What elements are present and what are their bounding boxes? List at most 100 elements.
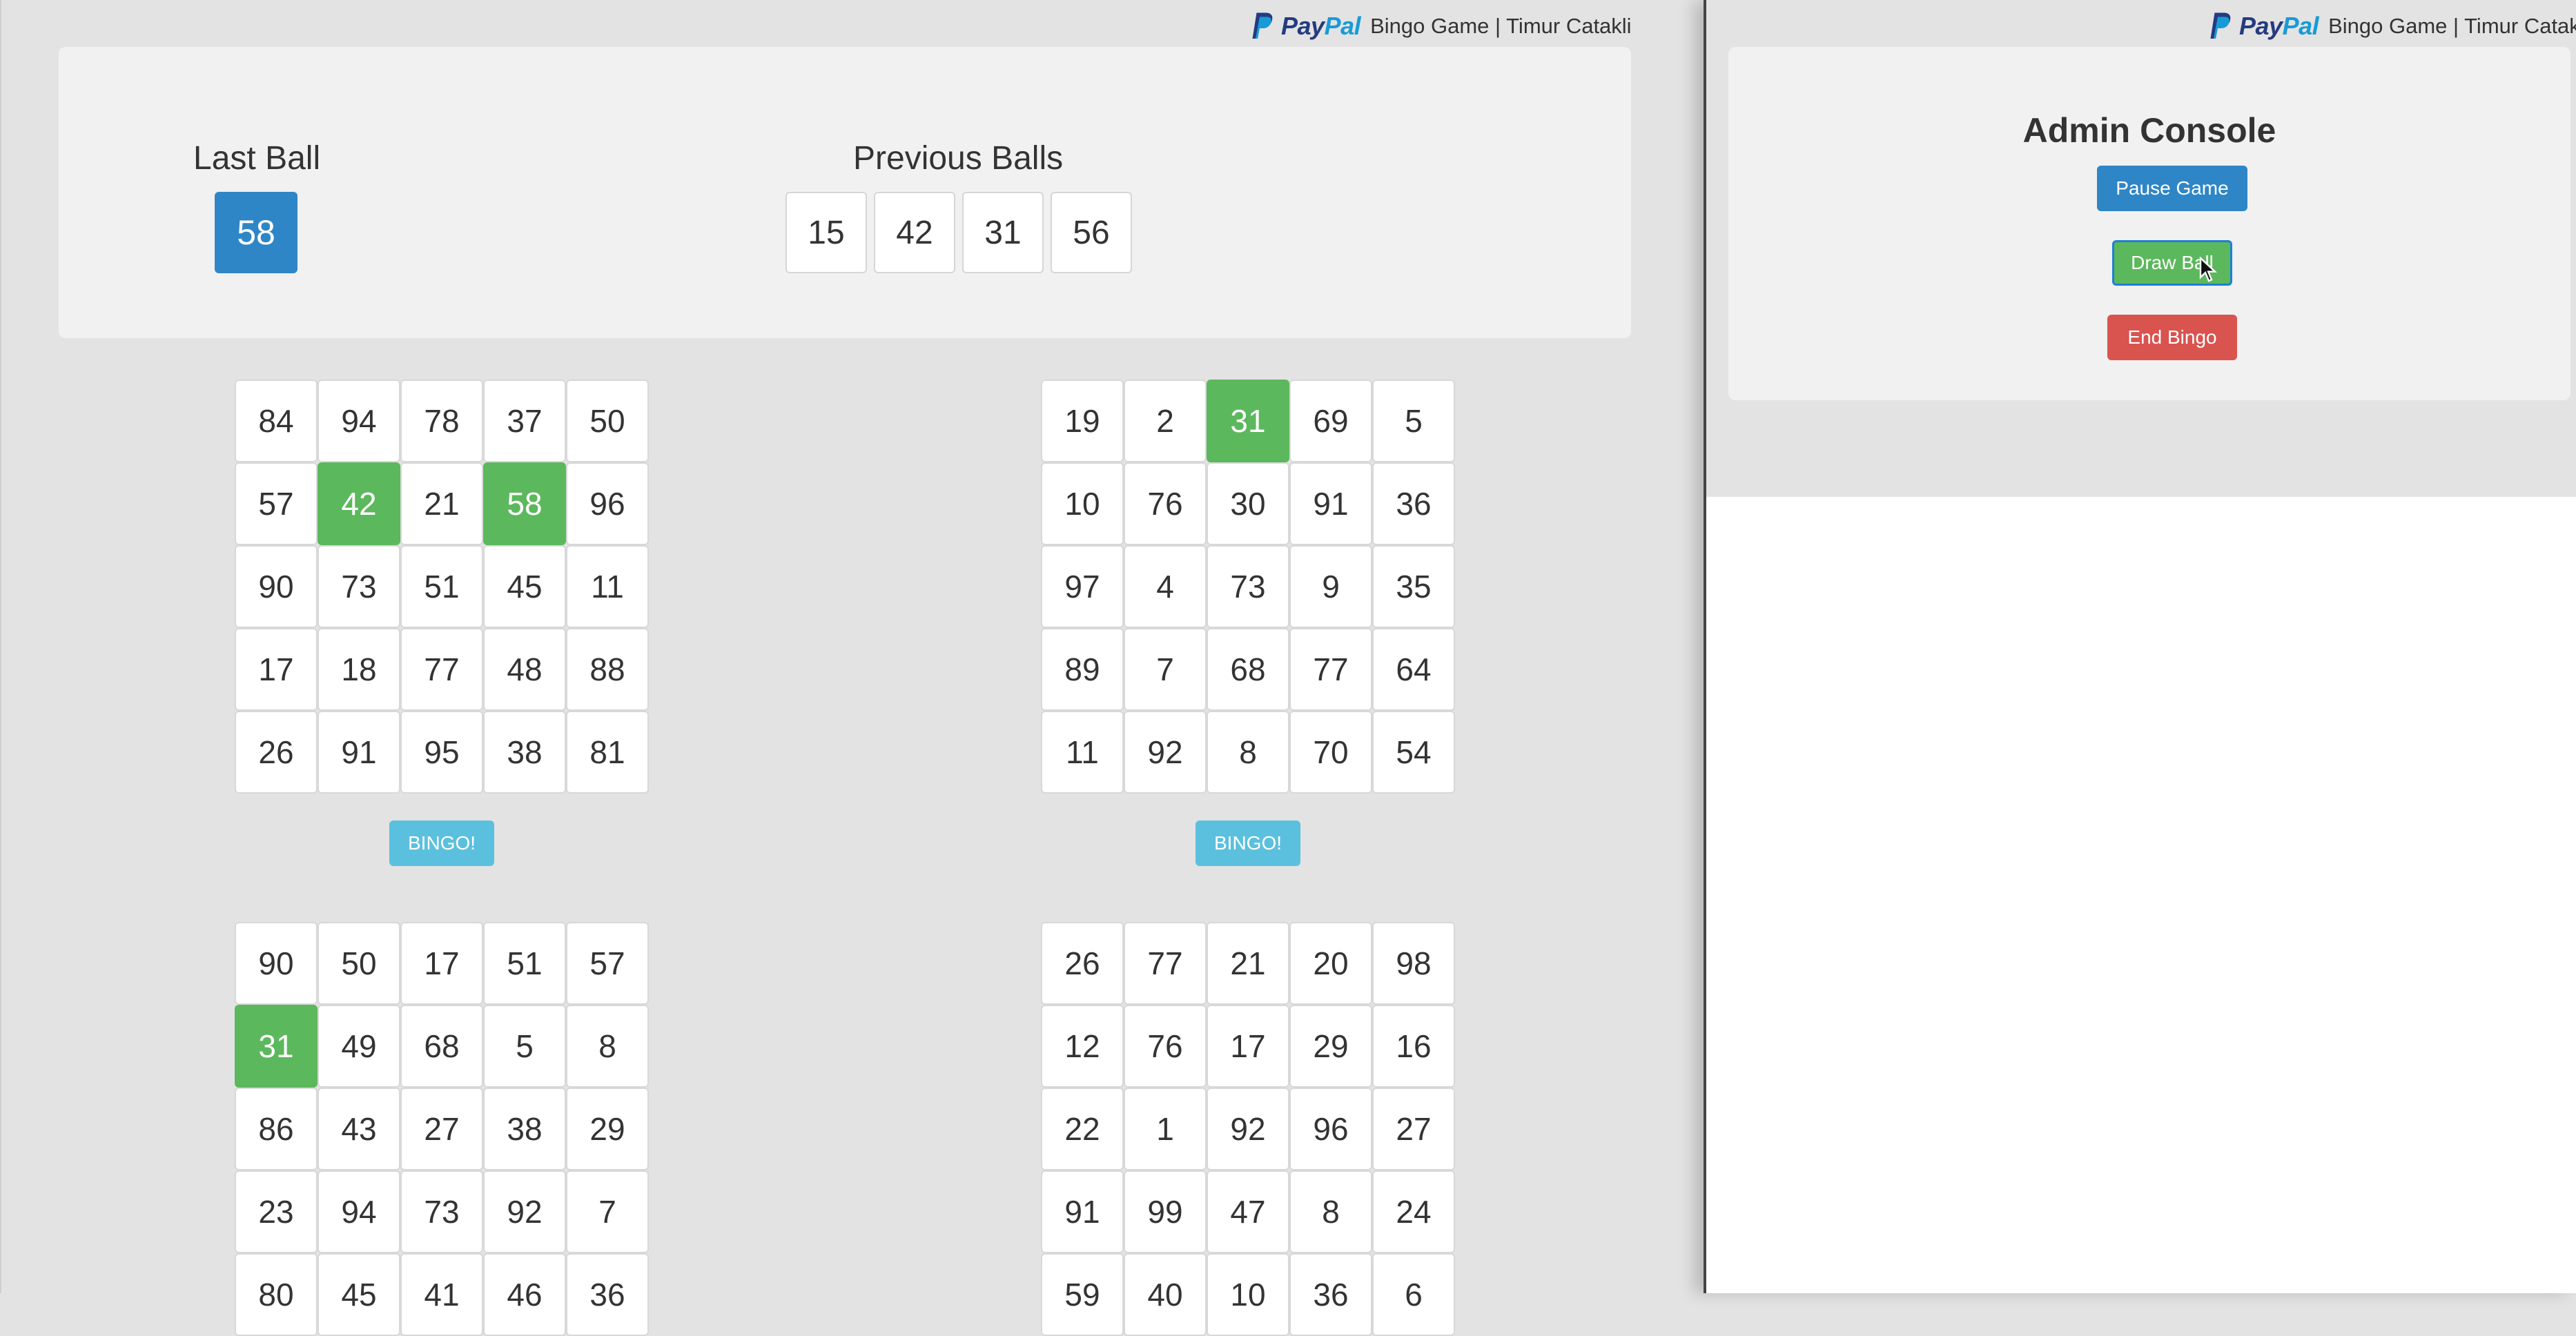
card-cell[interactable]: 27 xyxy=(1372,1088,1455,1170)
card-cell[interactable]: 29 xyxy=(566,1088,649,1170)
card-cell[interactable]: 26 xyxy=(235,711,318,794)
end-bingo-button[interactable]: End Bingo xyxy=(2107,315,2237,360)
card-cell[interactable]: 17 xyxy=(235,628,318,711)
card-cell[interactable]: 73 xyxy=(318,545,400,628)
card-cell[interactable]: 41 xyxy=(400,1253,483,1336)
card-cell[interactable]: 68 xyxy=(400,1005,483,1088)
card-cell[interactable]: 12 xyxy=(1041,1005,1124,1088)
card-cell[interactable]: 51 xyxy=(483,922,566,1005)
card-cell[interactable]: 36 xyxy=(1289,1253,1372,1336)
card-cell[interactable]: 73 xyxy=(1207,545,1289,628)
card-cell[interactable]: 69 xyxy=(1289,380,1372,462)
card-cell[interactable]: 36 xyxy=(566,1253,649,1336)
card-cell[interactable]: 50 xyxy=(318,922,400,1005)
card-cell[interactable]: 59 xyxy=(1041,1253,1124,1336)
card-cell[interactable]: 4 xyxy=(1124,545,1207,628)
card-cell[interactable]: 91 xyxy=(318,711,400,794)
card-cell[interactable]: 90 xyxy=(235,922,318,1005)
card-cell[interactable]: 77 xyxy=(1289,628,1372,711)
card-cell[interactable]: 19 xyxy=(1041,380,1124,462)
card-cell[interactable]: 26 xyxy=(1041,922,1124,1005)
card-cell[interactable]: 92 xyxy=(483,1170,566,1253)
card-cell[interactable]: 29 xyxy=(1289,1005,1372,1088)
card-cell[interactable]: 80 xyxy=(235,1253,318,1336)
card-cell[interactable]: 73 xyxy=(400,1170,483,1253)
card-cell[interactable]: 24 xyxy=(1372,1170,1455,1253)
card-cell[interactable]: 16 xyxy=(1372,1005,1455,1088)
card-cell[interactable]: 45 xyxy=(483,545,566,628)
card-cell[interactable]: 99 xyxy=(1124,1170,1207,1253)
card-cell[interactable]: 23 xyxy=(235,1170,318,1253)
card-cell[interactable]: 95 xyxy=(400,711,483,794)
card-cell[interactable]: 78 xyxy=(400,380,483,462)
card-cell[interactable]: 10 xyxy=(1207,1253,1289,1336)
bingo-button[interactable]: BINGO! xyxy=(389,821,494,866)
card-cell-marked[interactable]: 31 xyxy=(1207,380,1289,462)
card-cell[interactable]: 89 xyxy=(1041,628,1124,711)
card-cell[interactable]: 46 xyxy=(483,1253,566,1336)
card-cell[interactable]: 94 xyxy=(318,1170,400,1253)
card-cell[interactable]: 49 xyxy=(318,1005,400,1088)
card-cell[interactable]: 91 xyxy=(1289,462,1372,545)
card-cell[interactable]: 86 xyxy=(235,1088,318,1170)
card-cell[interactable]: 17 xyxy=(1207,1005,1289,1088)
card-cell[interactable]: 84 xyxy=(235,380,318,462)
card-cell[interactable]: 76 xyxy=(1124,1005,1207,1088)
card-cell[interactable]: 21 xyxy=(400,462,483,545)
card-cell[interactable]: 92 xyxy=(1207,1088,1289,1170)
card-cell[interactable]: 20 xyxy=(1289,922,1372,1005)
card-cell[interactable]: 11 xyxy=(566,545,649,628)
card-cell[interactable]: 18 xyxy=(318,628,400,711)
card-cell[interactable]: 92 xyxy=(1124,711,1207,794)
card-cell[interactable]: 10 xyxy=(1041,462,1124,545)
card-cell[interactable]: 21 xyxy=(1207,922,1289,1005)
card-cell[interactable]: 6 xyxy=(1372,1253,1455,1336)
card-cell-marked[interactable]: 42 xyxy=(318,462,400,545)
card-cell[interactable]: 5 xyxy=(1372,380,1455,462)
card-cell[interactable]: 9 xyxy=(1289,545,1372,628)
card-cell[interactable]: 38 xyxy=(483,711,566,794)
card-cell[interactable]: 50 xyxy=(566,380,649,462)
card-cell[interactable]: 8 xyxy=(1289,1170,1372,1253)
card-cell[interactable]: 7 xyxy=(566,1170,649,1253)
card-cell[interactable]: 40 xyxy=(1124,1253,1207,1336)
card-cell[interactable]: 37 xyxy=(483,380,566,462)
card-cell[interactable]: 30 xyxy=(1207,462,1289,545)
card-cell[interactable]: 45 xyxy=(318,1253,400,1336)
card-cell[interactable]: 76 xyxy=(1124,462,1207,545)
card-cell[interactable]: 81 xyxy=(566,711,649,794)
card-cell[interactable]: 91 xyxy=(1041,1170,1124,1253)
card-cell[interactable]: 2 xyxy=(1124,380,1207,462)
pause-game-button[interactable]: Pause Game xyxy=(2097,166,2247,211)
card-cell[interactable]: 96 xyxy=(1289,1088,1372,1170)
card-cell[interactable]: 54 xyxy=(1372,711,1455,794)
card-cell[interactable]: 57 xyxy=(566,922,649,1005)
card-cell[interactable]: 17 xyxy=(400,922,483,1005)
card-cell[interactable]: 88 xyxy=(566,628,649,711)
card-cell[interactable]: 70 xyxy=(1289,711,1372,794)
card-cell[interactable]: 11 xyxy=(1041,711,1124,794)
card-cell[interactable]: 51 xyxy=(400,545,483,628)
card-cell[interactable]: 77 xyxy=(400,628,483,711)
card-cell[interactable]: 35 xyxy=(1372,545,1455,628)
card-cell[interactable]: 48 xyxy=(483,628,566,711)
card-cell-marked[interactable]: 31 xyxy=(235,1005,318,1088)
card-cell[interactable]: 22 xyxy=(1041,1088,1124,1170)
card-cell[interactable]: 8 xyxy=(566,1005,649,1088)
card-cell[interactable]: 64 xyxy=(1372,628,1455,711)
card-cell[interactable]: 5 xyxy=(483,1005,566,1088)
card-cell[interactable]: 43 xyxy=(318,1088,400,1170)
card-cell[interactable]: 97 xyxy=(1041,545,1124,628)
card-cell[interactable]: 98 xyxy=(1372,922,1455,1005)
card-cell[interactable]: 96 xyxy=(566,462,649,545)
card-cell[interactable]: 1 xyxy=(1124,1088,1207,1170)
card-cell[interactable]: 47 xyxy=(1207,1170,1289,1253)
card-cell[interactable]: 27 xyxy=(400,1088,483,1170)
card-cell[interactable]: 38 xyxy=(483,1088,566,1170)
card-cell-marked[interactable]: 58 xyxy=(483,462,566,545)
card-cell[interactable]: 90 xyxy=(235,545,318,628)
card-cell[interactable]: 57 xyxy=(235,462,318,545)
card-cell[interactable]: 7 xyxy=(1124,628,1207,711)
card-cell[interactable]: 68 xyxy=(1207,628,1289,711)
card-cell[interactable]: 77 xyxy=(1124,922,1207,1005)
